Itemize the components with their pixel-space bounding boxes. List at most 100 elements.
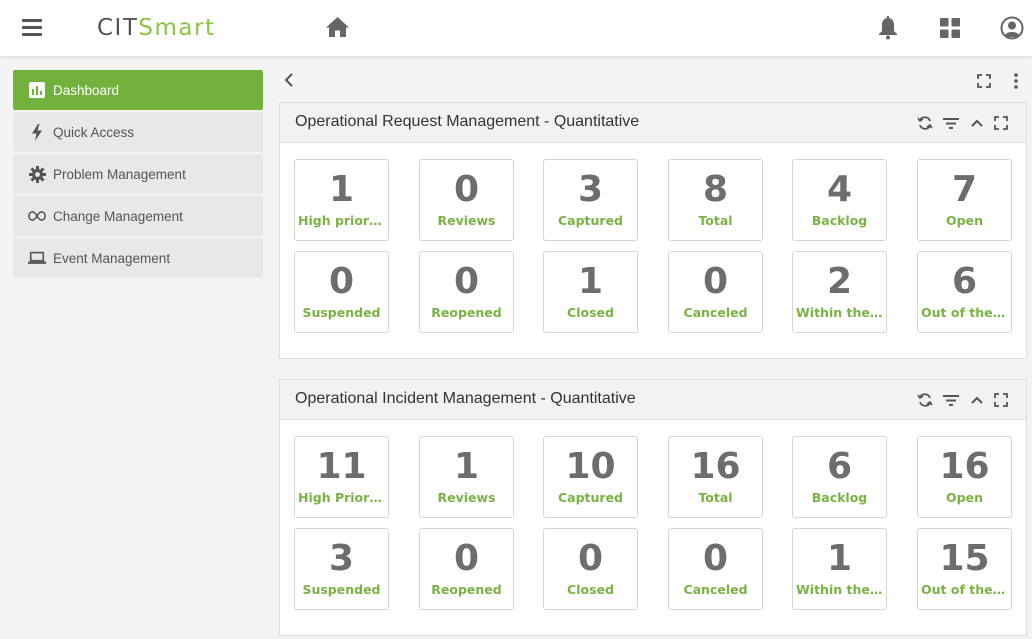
metric-tile[interactable]: 1 Closed: [543, 251, 638, 333]
sidebar-item-label: Problem Management: [53, 166, 186, 182]
filter-icon[interactable]: [943, 115, 959, 131]
sidebar-item-event-management[interactable]: Event Management: [13, 238, 263, 278]
metric-tile[interactable]: 11 High Priori...: [294, 436, 389, 518]
metric-tile[interactable]: 0 Canceled: [668, 251, 763, 333]
more-options-icon[interactable]: [1012, 72, 1020, 90]
metric-tile[interactable]: 0 Reopened: [419, 528, 514, 610]
sidebar-item-change-management[interactable]: Change Management: [13, 196, 263, 236]
metric-value: 2: [826, 261, 853, 302]
metric-label: Reopened: [431, 305, 502, 320]
refresh-icon[interactable]: [917, 115, 933, 131]
metric-label: Total: [698, 490, 733, 505]
logo-text-part1: CIT: [97, 15, 139, 41]
metric-tile[interactable]: 1 High priori...: [294, 159, 389, 241]
chevron-up-icon[interactable]: [969, 392, 985, 408]
metric-value: 0: [453, 169, 480, 210]
metric-tile[interactable]: 0 Closed: [543, 528, 638, 610]
metric-value: 6: [826, 446, 853, 487]
home-icon[interactable]: [325, 16, 350, 38]
metric-label: Within the...: [796, 305, 883, 320]
metric-value: 0: [702, 261, 729, 302]
metric-tile[interactable]: 0 Reopened: [419, 251, 514, 333]
metric-label: Open: [946, 213, 983, 228]
incident-management-panel: Operational Incident Management - Quanti…: [279, 379, 1027, 636]
sidebar-item-dashboard[interactable]: Dashboard: [13, 70, 263, 110]
metric-tile[interactable]: 7 Open: [917, 159, 1012, 241]
metric-value: 15: [939, 538, 990, 579]
sidebar-item-label: Change Management: [53, 208, 183, 224]
sidebar-item-label: Dashboard: [53, 82, 120, 98]
metric-value: 1: [577, 261, 604, 302]
metric-value: 1: [453, 446, 480, 487]
metric-tile[interactable]: 1 Within the...: [792, 528, 887, 610]
metric-tile[interactable]: 4 Backlog: [792, 159, 887, 241]
fullscreen-icon[interactable]: [977, 74, 991, 88]
logo-text-part2: Smart: [138, 15, 216, 41]
metric-tile[interactable]: 0 Suspended: [294, 251, 389, 333]
metric-value: 3: [328, 538, 355, 579]
metric-label: High priori...: [298, 213, 385, 228]
metric-label: Backlog: [811, 490, 868, 505]
infinity-icon: [28, 207, 46, 225]
metric-tile[interactable]: 15 Out of the ...: [917, 528, 1012, 610]
metric-label: Out of the ...: [921, 582, 1008, 597]
metric-value: 4: [826, 169, 853, 210]
metric-label: Suspended: [302, 582, 381, 597]
metric-tile[interactable]: 3 Suspended: [294, 528, 389, 610]
chevron-up-icon[interactable]: [969, 115, 985, 131]
metric-tile[interactable]: 1 Reviews: [419, 436, 514, 518]
metric-tile[interactable]: 2 Within the...: [792, 251, 887, 333]
metric-label: Reviews: [437, 213, 496, 228]
request-management-panel: Operational Request Management - Quantit…: [279, 102, 1027, 359]
apps-grid-icon[interactable]: [940, 18, 960, 38]
metric-tile[interactable]: 6 Out of the ...: [917, 251, 1012, 333]
metric-label: Out of the ...: [921, 305, 1008, 320]
metric-tile[interactable]: 16 Total: [668, 436, 763, 518]
metric-label: Closed: [567, 305, 614, 320]
metric-label: Open: [946, 490, 983, 505]
metric-value: 0: [453, 261, 480, 302]
metric-value: 0: [453, 538, 480, 579]
metric-value: 10: [565, 446, 616, 487]
metric-value: 1: [826, 538, 853, 579]
metric-label: Suspended: [302, 305, 381, 320]
metric-tile[interactable]: 8 Total: [668, 159, 763, 241]
metric-value: 16: [939, 446, 990, 487]
sidebar-item-quick-access[interactable]: Quick Access: [13, 112, 263, 152]
gear-icon: [28, 165, 46, 183]
metric-label: Canceled: [683, 582, 748, 597]
metric-label: Canceled: [683, 305, 748, 320]
chevron-left-icon[interactable]: [282, 72, 296, 88]
sidebar: Dashboard Quick Access Problem Managemen…: [13, 70, 263, 280]
metric-tile[interactable]: 16 Open: [917, 436, 1012, 518]
metric-label: Reviews: [437, 490, 496, 505]
sidebar-item-label: Event Management: [53, 250, 171, 266]
user-avatar-icon[interactable]: [1000, 16, 1024, 40]
metric-value: 0: [702, 538, 729, 579]
refresh-icon[interactable]: [917, 392, 933, 408]
metric-label: Captured: [557, 490, 624, 505]
menu-icon[interactable]: [22, 19, 42, 36]
sidebar-item-problem-management[interactable]: Problem Management: [13, 154, 263, 194]
metric-tile[interactable]: 0 Canceled: [668, 528, 763, 610]
metric-label: Reopened: [431, 582, 502, 597]
bolt-icon: [28, 123, 46, 141]
metric-label: Total: [698, 213, 733, 228]
logo[interactable]: CITSmart: [97, 12, 215, 44]
metric-label: Backlog: [811, 213, 868, 228]
panel-title: Operational Incident Management - Quanti…: [295, 390, 636, 407]
bell-icon[interactable]: [877, 16, 899, 40]
metric-value: 11: [316, 446, 367, 487]
fullscreen-icon[interactable]: [993, 392, 1009, 408]
metric-label: Captured: [557, 213, 624, 228]
laptop-icon: [28, 249, 46, 267]
filter-icon[interactable]: [943, 392, 959, 408]
metric-tile[interactable]: 0 Reviews: [419, 159, 514, 241]
metric-value: 7: [951, 169, 978, 210]
metric-label: Closed: [567, 582, 614, 597]
metric-tile[interactable]: 10 Captured: [543, 436, 638, 518]
metric-value: 6: [951, 261, 978, 302]
metric-tile[interactable]: 3 Captured: [543, 159, 638, 241]
metric-tile[interactable]: 6 Backlog: [792, 436, 887, 518]
fullscreen-icon[interactable]: [993, 115, 1009, 131]
